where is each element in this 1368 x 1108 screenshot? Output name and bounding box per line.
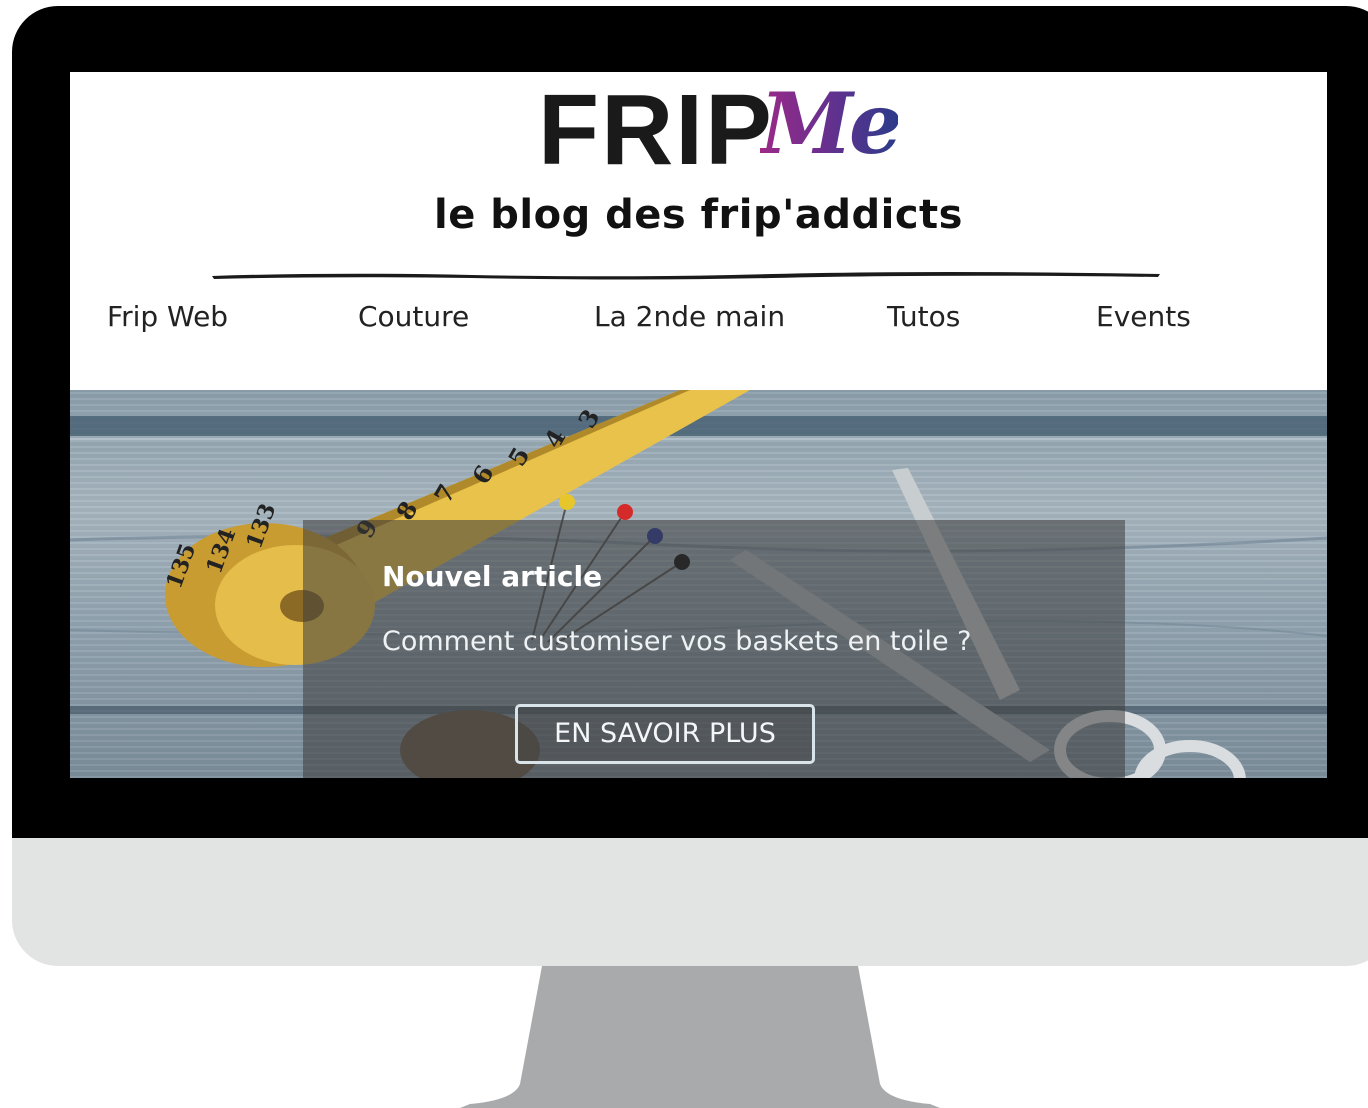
brush-divider — [212, 268, 1160, 282]
logo-script-text: Me — [760, 74, 902, 173]
nav-item-frip-web[interactable]: Frip Web — [107, 300, 228, 333]
hero-banner: 135 134 133 9 8 7 6 5 4 3 — [70, 390, 1327, 778]
logo-main-text: FRIP — [538, 74, 774, 186]
nav-item-couture[interactable]: Couture — [358, 300, 469, 333]
site-tagline: le blog des frip'addicts — [434, 192, 963, 238]
nav-item-events[interactable]: Events — [1096, 300, 1191, 333]
hero-kicker: Nouvel article — [382, 560, 603, 593]
read-more-button[interactable]: EN SAVOIR PLUS — [515, 704, 815, 764]
nav-item-tutos[interactable]: Tutos — [887, 300, 960, 333]
main-nav: Frip Web Couture La 2nde main Tutos Even… — [70, 300, 1327, 340]
monitor-chin — [12, 838, 1368, 966]
site-header: FRIP Me le blog des frip'addicts Frip We… — [70, 72, 1327, 390]
nav-item-la-2nde-main[interactable]: La 2nde main — [594, 300, 785, 333]
browser-screen: FRIP Me le blog des frip'addicts Frip We… — [70, 72, 1327, 778]
hero-article-title[interactable]: Comment customiser vos baskets en toile … — [382, 626, 972, 657]
monitor-stand — [460, 966, 940, 1108]
site-logo[interactable]: FRIP Me — [538, 74, 902, 186]
